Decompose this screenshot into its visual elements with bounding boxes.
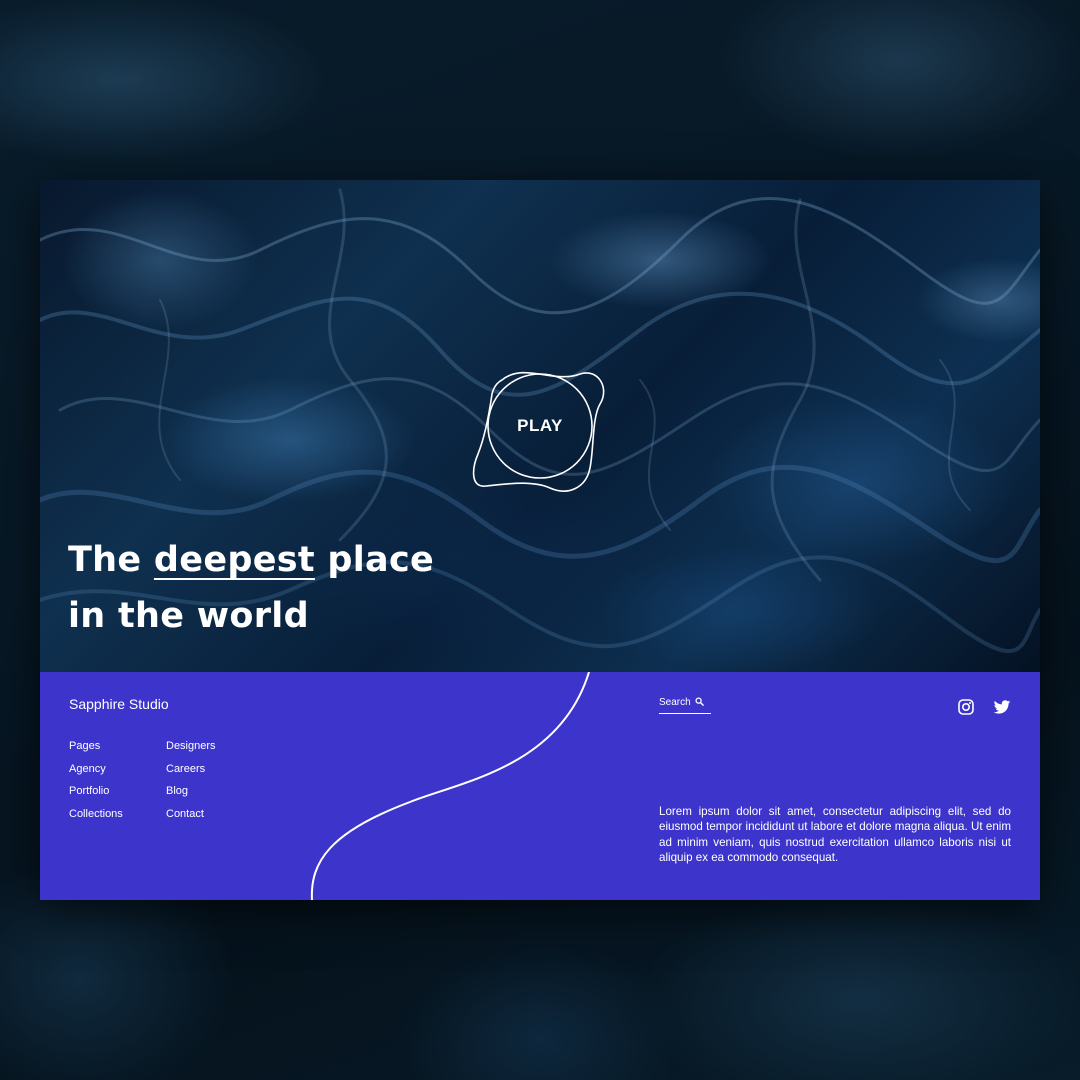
twitter-icon[interactable] [993,698,1011,716]
nav-link-contact[interactable]: Contact [166,807,216,822]
search-icon [695,697,704,706]
footer-description: Lorem ipsum dolor sit amet, consectetur … [659,804,1011,865]
brand-name: Sapphire Studio [69,696,169,712]
play-button[interactable]: PLAY [472,358,608,494]
headline-highlight: deepest [153,540,315,580]
nav-link-pages[interactable]: Pages [69,739,123,754]
footer-section: Sapphire Studio Pages Agency Portfolio C… [40,672,1040,900]
search-label: Search [659,697,691,708]
nav-link-blog[interactable]: Blog [166,784,216,799]
footer-nav-column-1: Pages Agency Portfolio Collections [69,739,123,821]
nav-link-collections[interactable]: Collections [69,807,123,822]
instagram-icon[interactable] [957,698,975,716]
hero-section: PLAY The deepest place in the world [40,180,1040,672]
nav-link-designers[interactable]: Designers [166,739,216,754]
nav-link-careers[interactable]: Careers [166,762,216,777]
headline-suffix: place [314,540,435,580]
play-label: PLAY [517,416,563,435]
headline-prefix: The [68,540,154,580]
headline-line-2: in the world [68,596,309,636]
nav-link-portfolio[interactable]: Portfolio [69,784,123,799]
nav-link-agency[interactable]: Agency [69,762,123,777]
headline-line-1: The deepest place [68,532,434,588]
footer-nav-column-2: Designers Careers Blog Contact [166,739,216,821]
search-field[interactable]: Search [659,697,711,714]
hero-headline: The deepest place in the world [68,532,434,644]
page-card: PLAY The deepest place in the world Sapp… [40,180,1040,900]
